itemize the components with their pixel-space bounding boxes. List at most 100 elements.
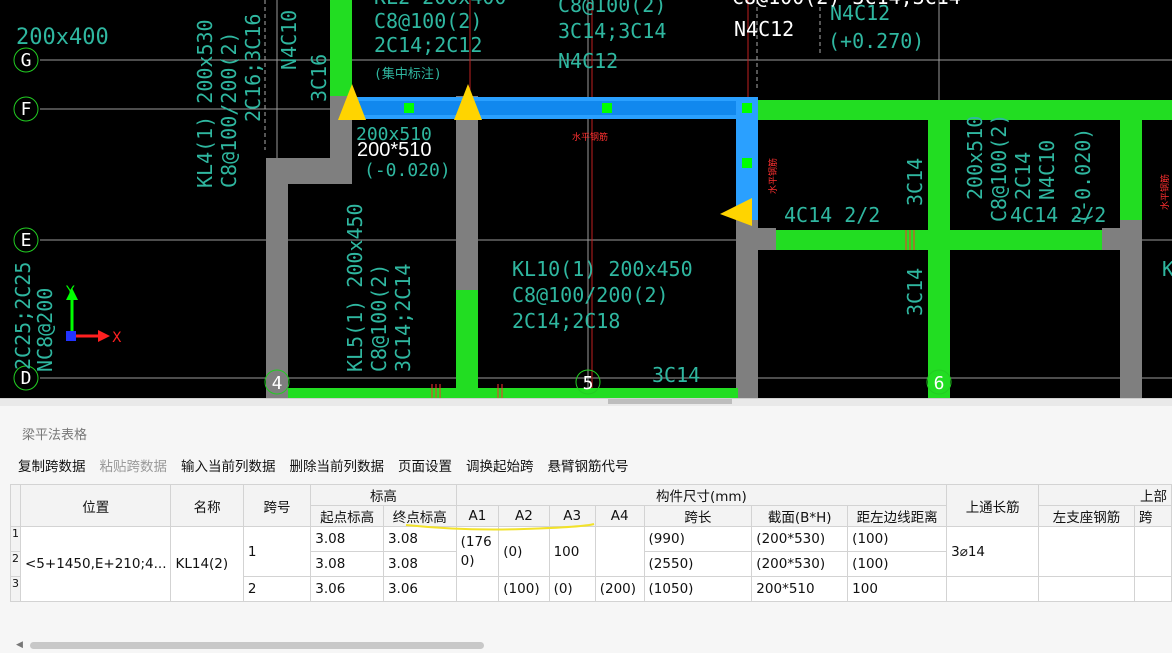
col-name[interactable]: 名称 — [170, 484, 244, 527]
paste-span-data-button[interactable]: 粘贴跨数据 — [100, 455, 168, 475]
annotation-text: N4C10 — [1035, 140, 1059, 200]
cell-a1[interactable] — [455, 576, 500, 602]
col-elev-end[interactable]: 终点标高 — [382, 505, 457, 527]
col-a2[interactable]: A2 — [498, 505, 550, 527]
col-a4[interactable]: A4 — [594, 505, 645, 527]
copy-span-data-button[interactable]: 复制跨数据 — [18, 455, 86, 475]
annotation-text: 水平钢筋 — [767, 158, 779, 194]
cell-span-rebar[interactable] — [1133, 526, 1172, 577]
cell-distance[interactable]: (100) — [847, 526, 948, 552]
cell-distance[interactable]: (100) — [847, 551, 948, 577]
cell-elev-start[interactable]: 3.08 — [310, 526, 384, 552]
input-column-data-button[interactable]: 输入当前列数据 — [181, 455, 276, 475]
cell-span-length[interactable]: (990) — [643, 526, 753, 552]
row-number: 1 — [10, 526, 21, 552]
col-section[interactable]: 截面(B*H) — [751, 505, 849, 527]
splitter-grip[interactable] — [608, 399, 732, 404]
scrollbar-thumb[interactable] — [30, 642, 484, 649]
col-top-long[interactable]: 上通长筋 — [946, 484, 1040, 527]
cell-span[interactable]: 2 — [242, 576, 312, 602]
annotation-text: N4C12 — [734, 17, 794, 41]
page-setup-button[interactable]: 页面设置 — [398, 455, 452, 475]
cell-a2[interactable]: (100) — [498, 576, 550, 602]
annotation-text: 2C14 — [1011, 152, 1035, 200]
ucs-icon: Y X — [65, 284, 122, 346]
cell-top-long[interactable] — [946, 576, 1040, 602]
axis-d: D — [21, 368, 32, 389]
col-elevation[interactable]: 标高 — [310, 484, 457, 506]
col-span-truncated[interactable]: 跨 — [1133, 505, 1172, 527]
annotation-text: N4C12 — [558, 49, 618, 73]
axis-g: G — [21, 50, 32, 71]
cell-a4[interactable]: (200) — [594, 576, 645, 602]
annotation-text: C8@100/200(2) — [217, 31, 241, 188]
annotation-text: KL5(1) 200x450 — [343, 203, 367, 372]
cell-span-length[interactable]: (2550) — [643, 551, 753, 577]
col-span[interactable]: 跨号 — [242, 484, 312, 527]
annotation-text: C8@100(2) — [558, 0, 666, 17]
cell-a1[interactable]: (1760) — [455, 526, 500, 577]
annotation-text: C8@100(2) — [987, 114, 1011, 222]
annotation-text: NC8@200 — [33, 288, 57, 372]
annotation-text: N4C10 — [277, 10, 301, 70]
cell-section[interactable]: (200*530) — [751, 526, 849, 552]
cell-name[interactable]: KL14(2) — [170, 526, 244, 602]
annotation-text: KL10(1) 200x450 — [512, 257, 693, 281]
col-size[interactable]: 构件尺寸(mm) — [455, 484, 948, 506]
cantilever-rebar-code-button[interactable]: 悬臂钢筋代号 — [548, 455, 629, 475]
cell-section[interactable]: 200*510 — [751, 576, 849, 602]
swap-start-span-button[interactable]: 调换起始跨 — [466, 455, 534, 475]
col-span-length[interactable]: 跨长 — [643, 505, 753, 527]
cell-span-rebar[interactable] — [1133, 576, 1172, 602]
annotation-text: 2C16;3C16 — [241, 14, 265, 122]
cell-elev-end[interactable]: 3.08 — [382, 551, 457, 577]
col-a3[interactable]: A3 — [548, 505, 596, 527]
cad-drawing[interactable]: G F E D 4 5 6 200x400 KL4(1) 200x530 C8@… — [0, 0, 1172, 398]
annotation-text: 200x400 — [16, 25, 109, 50]
cell-a3[interactable]: 100 — [548, 526, 596, 577]
annotation-text: 4C14 2/2 — [784, 203, 880, 227]
cell-section[interactable]: (200*530) — [751, 551, 849, 577]
cell-elev-start[interactable]: 3.06 — [310, 576, 384, 602]
table-row: 1 <5+1450,E+210;4... KL14(2) 1 3.08 3.08… — [10, 526, 1172, 602]
cell-a2[interactable]: (0) — [498, 526, 550, 577]
cad-drawing-canvas[interactable]: G F E D 4 5 6 200x400 KL4(1) 200x530 C8@… — [0, 0, 1172, 398]
annotation-text: (+0.270) — [828, 29, 924, 53]
cell-top-long[interactable]: 3⌀14 — [946, 526, 1040, 577]
col-position[interactable]: 位置 — [19, 484, 172, 527]
col-elev-start[interactable]: 起点标高 — [310, 505, 384, 527]
row-number: 2 — [10, 551, 21, 577]
cell-left-seat[interactable] — [1038, 576, 1135, 602]
annotation-text: 2C14;2C18 — [512, 309, 620, 333]
col-left-seat[interactable]: 左支座钢筋 — [1038, 505, 1135, 527]
cell-left-seat[interactable] — [1038, 526, 1135, 577]
cell-position[interactable]: <5+1450,E+210;4... — [19, 526, 172, 602]
cell-a4[interactable] — [594, 526, 645, 577]
col-top-group[interactable]: 上部 — [1038, 484, 1172, 506]
annotation-text: (-0.020) — [364, 160, 451, 181]
delete-column-data-button[interactable]: 删除当前列数据 — [290, 455, 385, 475]
axis-f: F — [21, 99, 32, 120]
cell-elev-end[interactable]: 3.08 — [382, 526, 457, 552]
annotation-text: 2C25;2C25 — [11, 262, 35, 370]
annotation-text: 200x510 — [963, 116, 987, 200]
axis-e: E — [21, 230, 32, 251]
annotation-text: 2C14;2C12 — [374, 33, 482, 57]
cell-a3[interactable]: (0) — [548, 576, 596, 602]
col-distance[interactable]: 距左边线距离 — [847, 505, 948, 527]
scroll-left-icon[interactable]: ◀ — [16, 640, 23, 650]
cell-elev-start[interactable]: 3.08 — [310, 551, 384, 577]
cell-distance[interactable]: 100 — [847, 576, 948, 602]
annotation-text: KL4(1) 200x530 — [193, 19, 217, 188]
panel-title: 梁平法表格 — [22, 428, 88, 443]
annotation-text: 3C14;3C14 — [558, 19, 666, 43]
ucs-y-label: Y — [65, 284, 75, 300]
annotation-text: 3C14 — [903, 268, 927, 316]
horizontal-scrollbar[interactable]: ◀ — [14, 640, 1172, 650]
cell-elev-end[interactable]: 3.06 — [382, 576, 457, 602]
col-a1[interactable]: A1 — [455, 505, 500, 527]
annotation-text: C8@100(2) — [367, 264, 391, 372]
beam-table: 位置 名称 跨号 标高 构件尺寸(mm) 上通长筋 上部 起点标高 终点标高 A… — [10, 484, 1172, 602]
cell-span-length[interactable]: (1050) — [643, 576, 753, 602]
cell-span[interactable]: 1 — [242, 526, 312, 577]
